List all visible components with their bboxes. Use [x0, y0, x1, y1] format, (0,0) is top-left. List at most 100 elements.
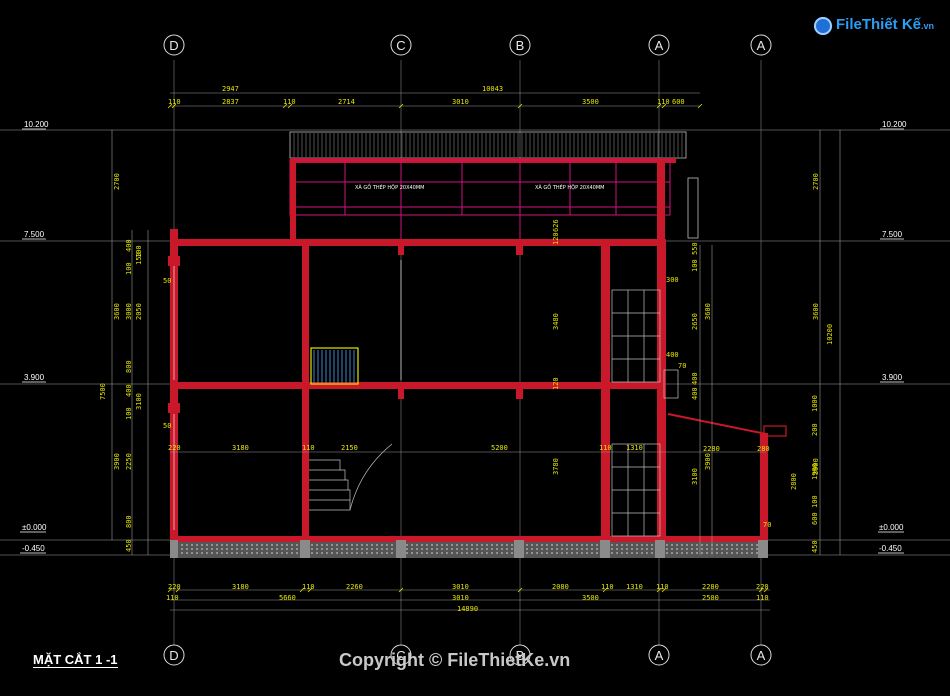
footing-a1	[655, 540, 665, 558]
rdim-m3: 2650	[691, 313, 699, 330]
footing-a2	[758, 540, 768, 558]
hatch-dot	[331, 552, 333, 554]
hatch-dot	[636, 544, 638, 546]
hatch-dot	[491, 552, 493, 554]
dim-overall: 10043	[482, 85, 503, 93]
hatch-dot	[216, 552, 218, 554]
hatch-dot	[366, 548, 368, 550]
hatch-dot	[256, 552, 258, 554]
hatch-dot	[576, 544, 578, 546]
hatch-dot	[486, 548, 488, 550]
hatch-dot	[716, 548, 718, 550]
ldim-c3-2: 150	[135, 252, 143, 265]
rdim-c1-0: 2700	[812, 173, 820, 190]
idim-11: 120	[552, 377, 560, 390]
rdim-m14: 3100	[691, 468, 699, 485]
hatch-dot	[221, 544, 223, 546]
ldim-c3-3: 3100	[135, 393, 143, 410]
hatch-dot	[411, 544, 413, 546]
hatch-dot	[631, 552, 633, 554]
hatch-dot	[731, 544, 733, 546]
hatch-dot	[466, 548, 468, 550]
hatch-dot	[471, 544, 473, 546]
hatch-dot	[611, 548, 613, 550]
hatch-dot	[411, 548, 413, 550]
roof-structure: XÀ GỒ THÉP HỘP 20X40MM XÀ GỒ THÉP HỘP 20…	[289, 131, 699, 242]
hatch-dot	[556, 544, 558, 546]
hatch-dot	[476, 544, 478, 546]
hatch-dot	[441, 552, 443, 554]
axis-label-a2-top: A	[757, 38, 766, 53]
rdim-m20: 450	[811, 540, 819, 553]
bdim-r2-1: 5660	[279, 594, 296, 602]
hatch-dot	[726, 544, 728, 546]
axis-label-d-top: D	[169, 38, 178, 53]
hatch-dot	[451, 544, 453, 546]
hatch-dot	[341, 548, 343, 550]
hatch-dot	[231, 548, 233, 550]
hatch-dot	[731, 552, 733, 554]
hatch-dot	[341, 544, 343, 546]
hatch-dot	[721, 544, 723, 546]
hatch-dot	[416, 548, 418, 550]
rdim-m19: 400	[691, 372, 699, 385]
level-right-l2: 3.900	[882, 373, 903, 382]
hatch-dot	[731, 548, 733, 550]
hatch-dot	[506, 544, 508, 546]
hatch-dot	[611, 544, 613, 546]
hatch-dot	[381, 544, 383, 546]
hatch-dot	[686, 548, 688, 550]
hatch-dot	[536, 548, 538, 550]
hatch-dot	[281, 552, 283, 554]
hatch-dot	[451, 548, 453, 550]
hatch-dot	[261, 548, 263, 550]
hatch-dot	[296, 544, 298, 546]
rdim-c1-2: 10200	[826, 324, 834, 345]
level-left-roof: 10.200	[24, 120, 49, 129]
bdim-r2-4: 2500	[702, 594, 719, 602]
hatch-dot	[266, 552, 268, 554]
hatch-dot	[246, 552, 248, 554]
hatch-dot	[251, 548, 253, 550]
hatch-dot	[756, 552, 758, 554]
axis-label-a1-bottom: A	[655, 648, 664, 663]
hatch-dot	[531, 552, 533, 554]
hatch-dot	[436, 552, 438, 554]
hatch-dot	[571, 548, 573, 550]
hatch-dot	[346, 552, 348, 554]
hatch-dot	[256, 548, 258, 550]
hatch-dot	[541, 544, 543, 546]
hatch-dot	[461, 548, 463, 550]
bdim-r2-0: 110	[166, 594, 179, 602]
hatch-dot	[181, 552, 183, 554]
hatch-dot	[406, 548, 408, 550]
bdim-r1-1: 3180	[232, 583, 249, 591]
hatch-dot	[241, 552, 243, 554]
hatch-dot	[721, 548, 723, 550]
idim-1: 220	[168, 444, 181, 452]
hatch-dot	[231, 552, 233, 554]
ldim-c2-5: 100	[125, 407, 133, 420]
hatch-dot	[251, 552, 253, 554]
hatch-dot	[471, 548, 473, 550]
level-right-roof: 10.200	[882, 120, 907, 129]
hatch-dot	[591, 544, 593, 546]
hatch-dot	[526, 544, 528, 546]
hatch-dot	[481, 544, 483, 546]
hatch-dot	[276, 552, 278, 554]
level-right-base: -0.450	[879, 544, 902, 553]
hatch-dot	[631, 548, 633, 550]
hatch-dot	[746, 544, 748, 546]
roof-parapet	[687, 177, 699, 239]
hatch-dot	[461, 552, 463, 554]
dim-c: 2837	[222, 98, 239, 106]
bdim-r1-7: 1310	[626, 583, 643, 591]
hatch-dot	[741, 552, 743, 554]
hatch-dot	[311, 548, 313, 550]
hatch-dot	[616, 548, 618, 550]
footing-d	[170, 540, 178, 558]
dim-b: 110	[168, 98, 181, 106]
hatch-dot	[286, 544, 288, 546]
hatch-dot	[326, 548, 328, 550]
idim-10: 120	[552, 232, 560, 245]
